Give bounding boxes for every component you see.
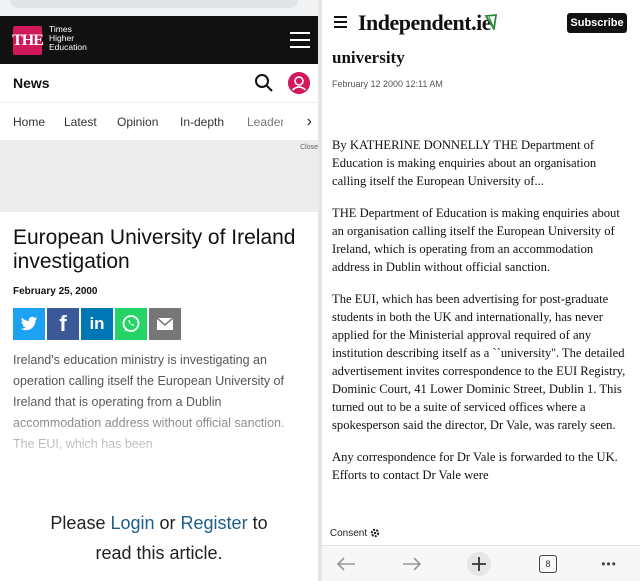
consent-button[interactable]: Consent: [322, 523, 388, 543]
the-logo[interactable]: THE: [12, 26, 44, 55]
tab-switcher-button[interactable]: 8: [536, 552, 560, 576]
more-options-icon[interactable]: •••: [594, 552, 624, 576]
independent-pane: Independent.ie Subscribe university Febr…: [322, 0, 640, 581]
whatsapp-share-button[interactable]: [115, 308, 147, 340]
nav-home[interactable]: Home: [13, 115, 45, 129]
the-logo-words: Times Higher Education: [49, 25, 87, 52]
article-date: February 25, 2000: [13, 286, 98, 297]
browser-bottom-bar: 8 •••: [322, 545, 640, 581]
article-paragraph: By KATHERINE DONNELLY THE Department of …: [332, 138, 597, 188]
login-prompt: Please Login or Register to read this ar…: [0, 508, 318, 568]
the-word-education: Education: [49, 42, 87, 52]
section-nav: Home Latest Opinion In-depth Leader ›: [0, 103, 318, 141]
cta-to: to: [247, 513, 268, 533]
cta-or: or: [154, 513, 181, 533]
menu-icon[interactable]: [334, 16, 347, 28]
article-paragraph: THE Department of Education is making en…: [332, 206, 620, 274]
url-pill[interactable]: [10, 0, 298, 8]
section-title: News: [13, 75, 50, 91]
article-paragraph: The EUI, which has been advertising for …: [332, 292, 626, 432]
menu-icon[interactable]: [290, 32, 310, 48]
gear-icon: [370, 528, 380, 538]
facebook-share-button[interactable]: f: [47, 308, 79, 340]
cta-read: read this article.: [95, 543, 223, 563]
article-body: By KATHERINE DONNELLY THE Department of …: [332, 136, 628, 498]
article-headline: European University of Ireland investiga…: [13, 226, 296, 273]
nav-leader[interactable]: Leader: [247, 115, 283, 129]
linkedin-icon: in: [89, 314, 105, 333]
whatsapp-icon: [122, 315, 140, 332]
linkedin-share-button[interactable]: in: [81, 308, 113, 340]
forward-arrow-icon[interactable]: [400, 552, 424, 576]
ad-close-button[interactable]: Close: [300, 144, 318, 151]
paywall-fade: [0, 400, 318, 470]
login-link[interactable]: Login: [110, 513, 154, 533]
times-higher-education-pane: THE Times Higher Education News Home Lat…: [0, 0, 318, 581]
consent-label: Consent: [329, 527, 368, 539]
register-link[interactable]: Register: [181, 513, 248, 533]
independent-header: Independent.ie Subscribe: [322, 0, 640, 48]
new-tab-plus-icon[interactable]: [464, 552, 494, 576]
article-date: February 12 2000 12:11 AM: [332, 79, 443, 89]
article-title: university: [332, 48, 405, 67]
nav-in-depth[interactable]: In-depth: [180, 115, 224, 129]
cta-please: Please: [50, 513, 111, 533]
nav-opinion[interactable]: Opinion: [117, 115, 158, 129]
email-icon: [156, 317, 174, 330]
back-arrow-icon[interactable]: [334, 552, 358, 576]
nav-latest[interactable]: Latest: [64, 115, 97, 129]
facebook-icon: f: [59, 311, 67, 336]
share-buttons: f in: [13, 308, 181, 340]
tab-count: 8: [539, 555, 557, 573]
nav-scroll-right-icon[interactable]: ›: [307, 113, 312, 131]
twitter-icon: [20, 316, 38, 331]
harp-logo-icon: [484, 14, 498, 30]
search-icon[interactable]: [254, 73, 274, 93]
browser-url-bar: [0, 0, 318, 16]
email-share-button[interactable]: [149, 308, 181, 340]
subscribe-button[interactable]: Subscribe: [567, 13, 627, 33]
twitter-share-button[interactable]: [13, 308, 45, 340]
the-header: THE Times Higher Education: [0, 16, 318, 64]
ad-placeholder: [0, 140, 318, 212]
user-account-icon[interactable]: [288, 72, 310, 94]
independent-logo[interactable]: Independent.ie: [358, 10, 491, 36]
article-paragraph: Any correspondence for Dr Vale is forwar…: [332, 450, 618, 482]
section-bar: News: [0, 64, 318, 103]
